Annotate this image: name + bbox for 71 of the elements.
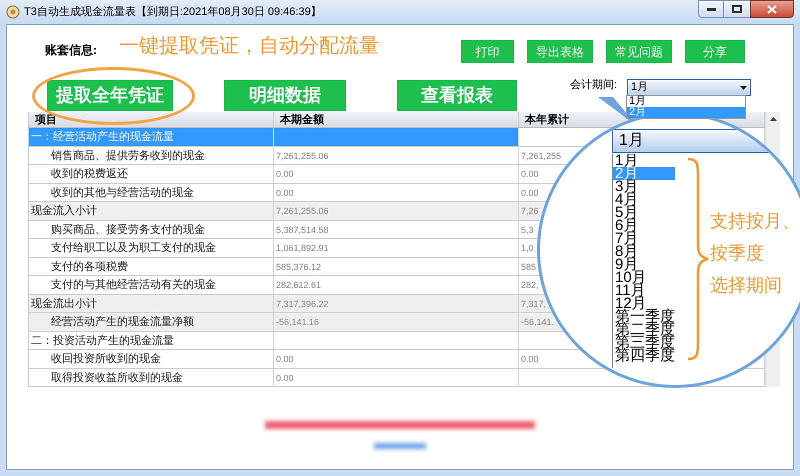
table-cell: 5,3 bbox=[521, 224, 534, 234]
dropdown-option[interactable]: 7月 bbox=[613, 232, 675, 245]
table-cell: 0.00 bbox=[276, 188, 294, 198]
maximize-button[interactable] bbox=[724, 0, 750, 18]
table-cell: 585 bbox=[521, 262, 536, 272]
row-label-cell[interactable]: 支付的各项税费 bbox=[29, 258, 274, 275]
row-label-cell[interactable]: 购买商品、接受劳务支付的现金 bbox=[29, 220, 274, 238]
account-label: 账套信息: bbox=[45, 42, 97, 59]
row-label-cell[interactable]: 支付给职工以及为职工支付的现金 bbox=[29, 239, 274, 256]
table-cell: 5,387,514.58 bbox=[276, 224, 329, 234]
dropdown-option[interactable]: 第三季度 bbox=[613, 336, 675, 349]
caret-icon bbox=[740, 86, 747, 90]
table-cell: 7,261,255 bbox=[521, 150, 562, 160]
row-label-cell[interactable]: 收到的税费返还 bbox=[29, 165, 274, 182]
table-cell: 0.00 bbox=[276, 354, 294, 364]
dropdown-option[interactable]: 5月 bbox=[613, 206, 675, 219]
close-icon bbox=[767, 4, 777, 14]
table-cell: 0.00 bbox=[276, 372, 294, 382]
row-label-cell[interactable]: 销售商品、提供劳务收到的现金 bbox=[29, 146, 274, 164]
annotation-text: 选择期间 bbox=[710, 274, 783, 297]
dropdown-value: 1月 bbox=[631, 80, 648, 96]
close-button[interactable] bbox=[750, 0, 794, 18]
table-cell: 282, bbox=[521, 280, 539, 290]
row-label-cell[interactable]: 取得投资收益所收到的现金 bbox=[29, 368, 274, 386]
annotation-text: 一键提取凭证，自动分配流量 bbox=[119, 34, 379, 59]
table-cell: 1,0 bbox=[521, 243, 534, 253]
dropdown-option[interactable]: 4月 bbox=[613, 193, 675, 206]
table-cell: 7,317,396.22 bbox=[276, 298, 329, 308]
table-cell: 0.00 bbox=[521, 188, 539, 198]
dropdown-option[interactable]: 3月 bbox=[613, 180, 675, 193]
dropdown-option[interactable]: 第四季度 bbox=[613, 349, 675, 362]
row-label-cell[interactable]: 收回投资所收到的现金 bbox=[29, 350, 274, 368]
table-cell: 0.00 bbox=[521, 354, 539, 364]
table-cell: 7,261,255.06 bbox=[276, 206, 329, 216]
period-dropdown[interactable]: 1月 bbox=[627, 79, 751, 96]
table-cell: 0.00 bbox=[276, 169, 294, 179]
scroll-up-icon bbox=[770, 117, 776, 121]
table-cell: 0.00 bbox=[521, 169, 539, 179]
dropdown-option[interactable]: 第二季度 bbox=[613, 323, 675, 336]
dropdown-option[interactable]: 6月 bbox=[613, 219, 675, 232]
table-cell: 7,317, bbox=[521, 298, 546, 308]
maximize-icon bbox=[732, 5, 742, 13]
row-label-cell[interactable]: 收到的其他与经营活动的现金 bbox=[29, 184, 274, 201]
dropdown-value: 1月 bbox=[619, 131, 644, 151]
dropdown-option[interactable]: 10月 bbox=[613, 271, 675, 284]
window-title: T3自动生成现金流量表【到期日:2021年08月30日 09:46:39】 bbox=[24, 4, 322, 20]
dropdown-option[interactable]: 9月 bbox=[613, 258, 675, 271]
annotation-text: 按季度 bbox=[710, 242, 765, 265]
annotation-text: 支持按月、 bbox=[710, 210, 800, 233]
table-cell: 7,261,255.06 bbox=[276, 150, 329, 160]
table-cell: -56,141. bbox=[521, 317, 554, 327]
minimize-button[interactable] bbox=[698, 0, 724, 18]
period-label: 会计期间: bbox=[570, 78, 617, 92]
dropdown-option[interactable]: 11月 bbox=[613, 284, 675, 297]
table-cell: 1,061,892.91 bbox=[276, 243, 329, 253]
row-label-cell[interactable]: 二：投资活动产生的现金流量 bbox=[29, 332, 274, 349]
app-icon bbox=[6, 5, 20, 19]
table-cell: 585,376.12 bbox=[276, 262, 322, 272]
dropdown-option[interactable]: 第一季度 bbox=[613, 310, 675, 323]
minimize-icon bbox=[706, 8, 716, 10]
dropdown-option[interactable]: 1月 bbox=[627, 96, 745, 107]
row-label-cell[interactable]: 经营活动产生的现金流量净额 bbox=[29, 313, 274, 330]
column-header[interactable]: 本期金额 bbox=[274, 112, 519, 127]
row-label-cell[interactable]: 现金流出小计 bbox=[29, 294, 274, 312]
row-label-cell[interactable]: 支付的与其他经营活动有关的现金 bbox=[29, 276, 274, 294]
table-cell: 282,612.61 bbox=[276, 280, 322, 290]
table-cell: -56,141.16 bbox=[276, 317, 320, 327]
row-label-cell[interactable]: 现金流入小计 bbox=[29, 202, 274, 220]
dropdown-option[interactable]: 8月 bbox=[613, 245, 675, 258]
brace-icon bbox=[686, 157, 710, 361]
table-cell: 7,26 bbox=[521, 206, 539, 216]
